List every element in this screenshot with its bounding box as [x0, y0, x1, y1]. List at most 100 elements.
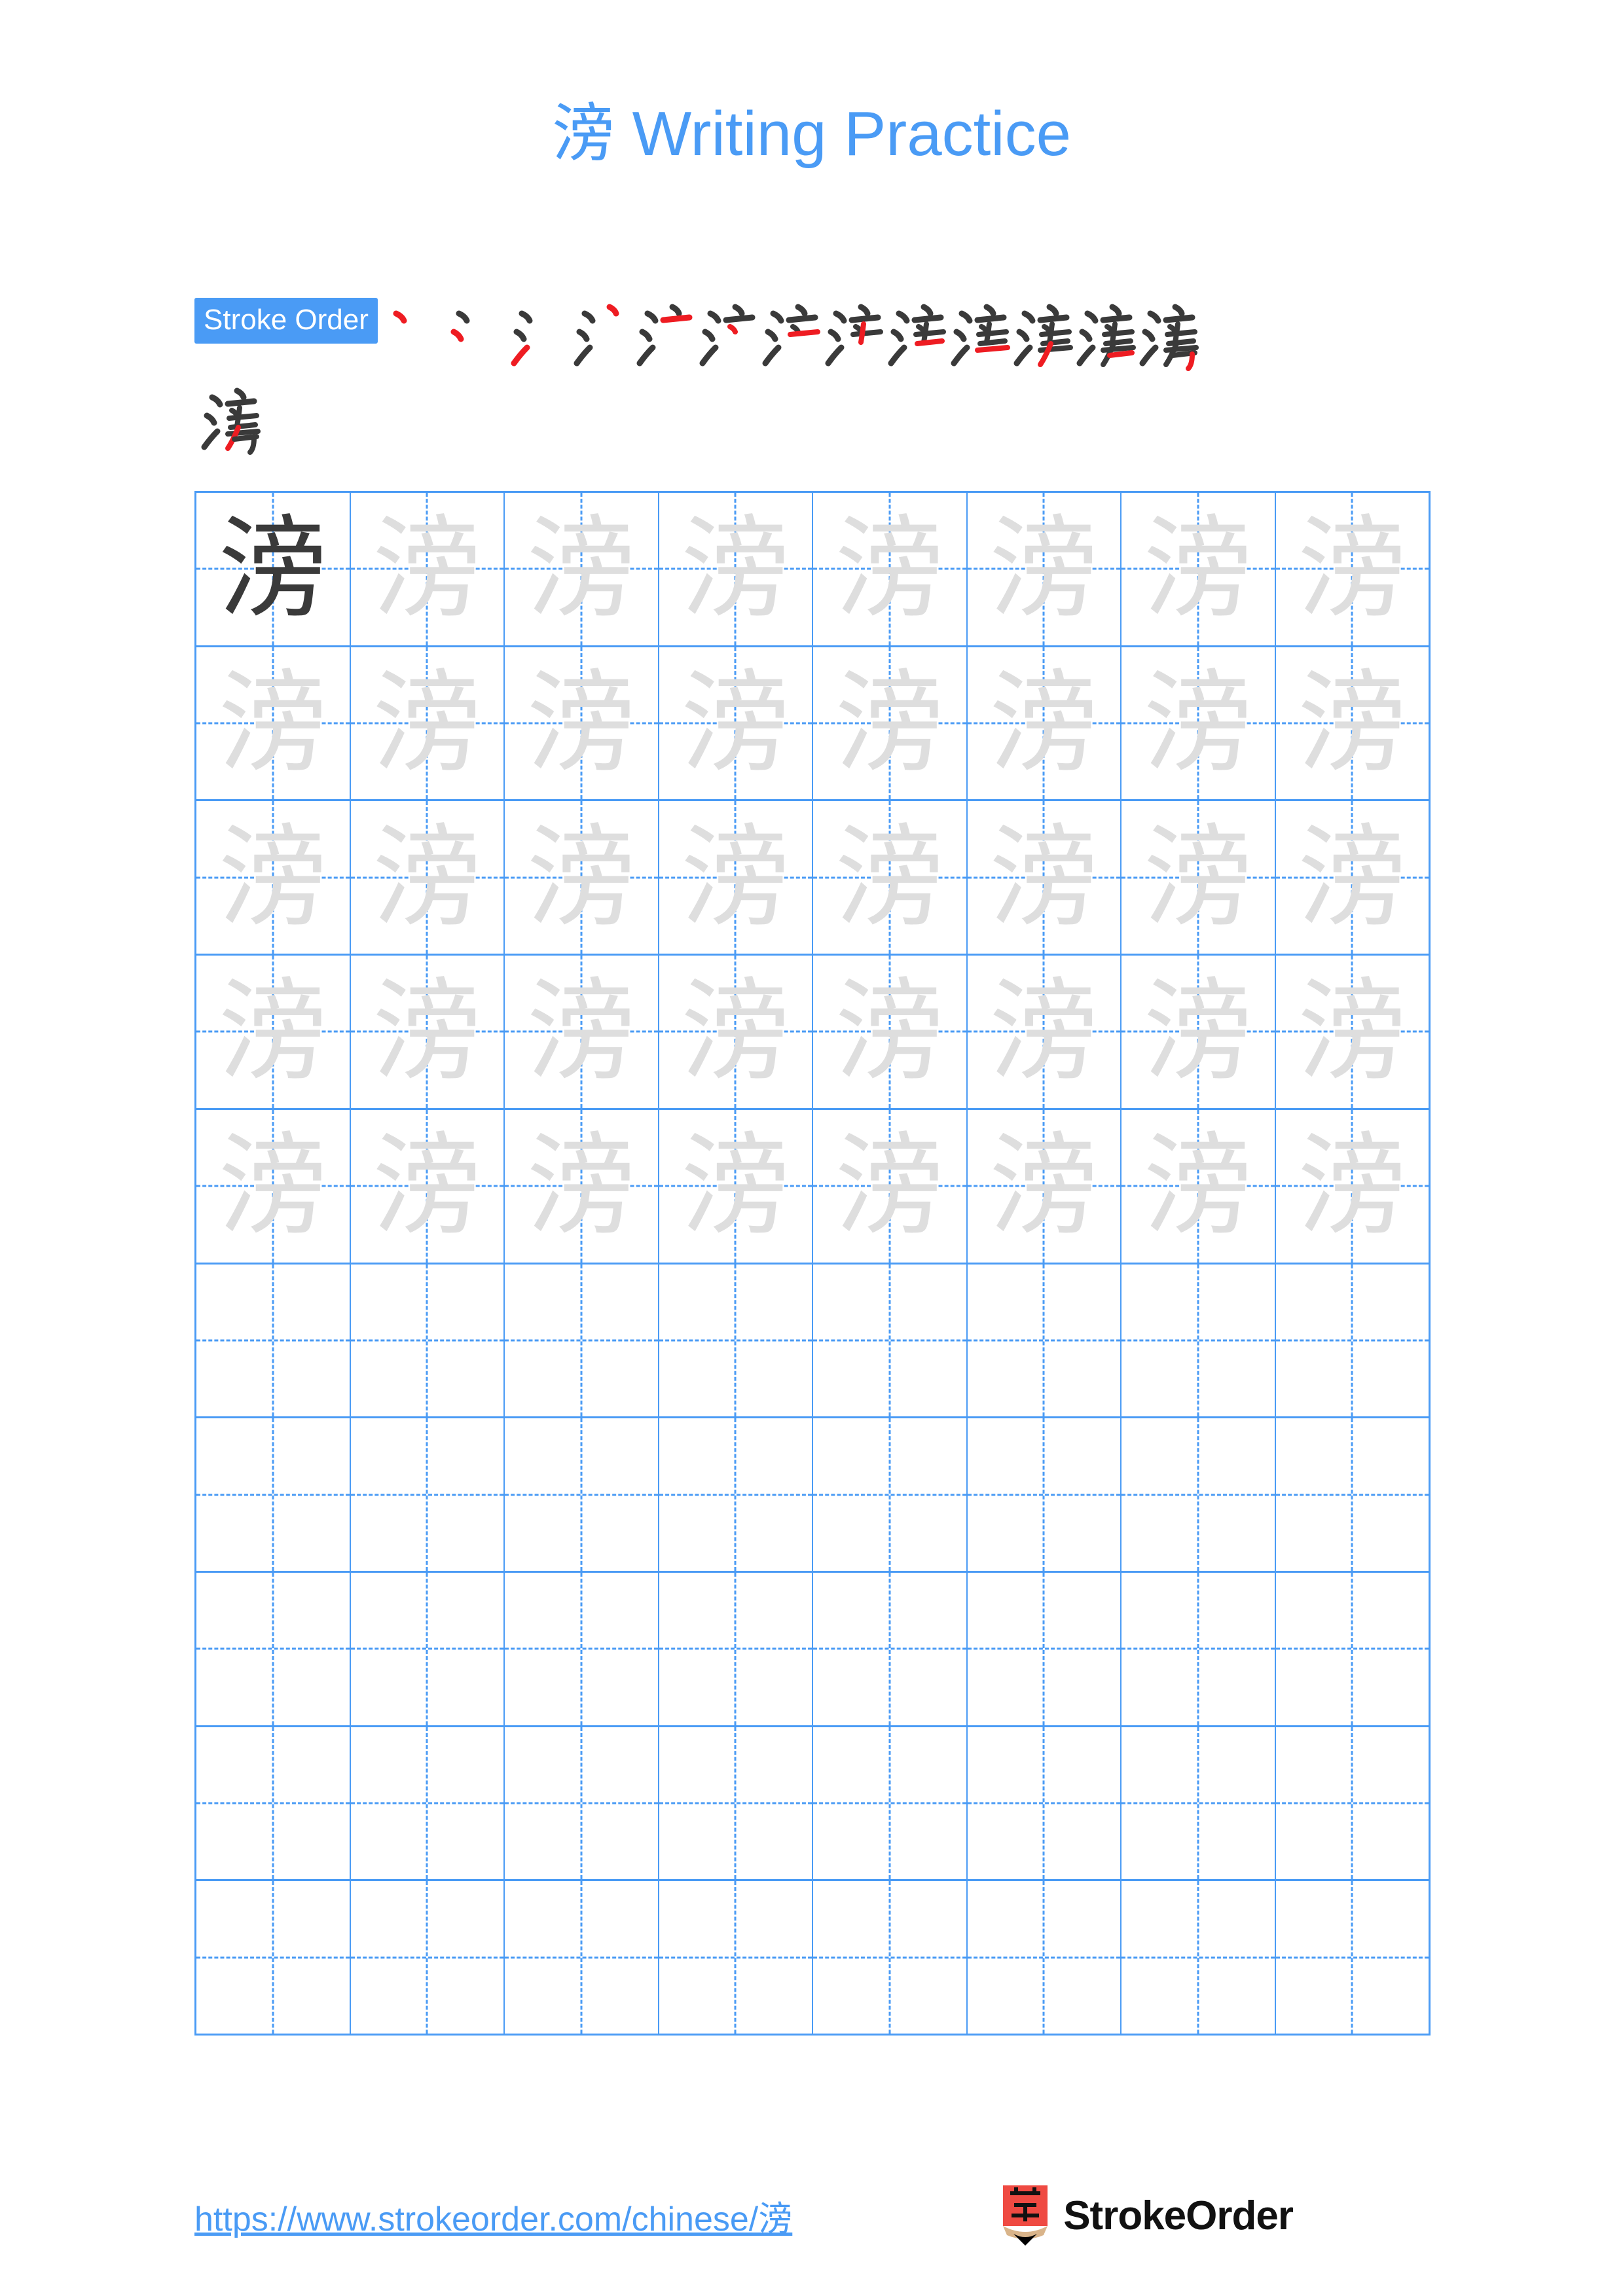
- practice-cell[interactable]: 滂: [350, 801, 505, 954]
- practice-cell[interactable]: [813, 1418, 968, 1571]
- practice-cell[interactable]: 滂: [350, 1109, 505, 1263]
- practice-cell[interactable]: [505, 1418, 659, 1571]
- practice-cell[interactable]: 滂: [659, 647, 813, 800]
- practice-grid-row: [196, 1572, 1429, 1727]
- practice-cell[interactable]: [505, 1264, 659, 1417]
- practice-cell[interactable]: [659, 1881, 813, 2034]
- cell-horizontal-guide: [1275, 1802, 1429, 1804]
- practice-cell[interactable]: [1275, 1572, 1429, 1725]
- cell-horizontal-guide: [659, 1802, 812, 1804]
- cell-horizontal-guide: [659, 1956, 812, 1959]
- stroke-step-12: [1074, 298, 1137, 375]
- practice-cell[interactable]: 滂: [659, 1109, 813, 1263]
- practice-cell[interactable]: 滂: [1122, 801, 1276, 954]
- stroke-step-9: [886, 298, 949, 375]
- practice-cell[interactable]: 滂: [659, 956, 813, 1108]
- practice-cell[interactable]: 滂: [1275, 493, 1429, 645]
- practice-cell[interactable]: [813, 1881, 968, 2034]
- stroke-step-final: [194, 382, 266, 459]
- practice-grid-row: 滂滂滂滂滂滂滂滂: [196, 493, 1429, 647]
- trace-character: 滂: [526, 813, 636, 942]
- practice-cell[interactable]: 滂: [350, 956, 505, 1108]
- practice-cell[interactable]: [1122, 1727, 1276, 1880]
- practice-cell[interactable]: [196, 1881, 351, 2034]
- practice-cell[interactable]: [505, 1727, 659, 1880]
- practice-cell[interactable]: 滂: [196, 801, 351, 954]
- practice-cell[interactable]: 滂: [505, 1109, 659, 1263]
- cell-horizontal-guide: [196, 1956, 350, 1959]
- practice-cell[interactable]: 滂: [967, 1109, 1122, 1263]
- practice-cell[interactable]: 滂: [505, 647, 659, 800]
- source-url-link[interactable]: https://www.strokeorder.com/chinese/滂: [194, 2191, 792, 2240]
- cell-horizontal-guide: [350, 1494, 503, 1496]
- practice-cell[interactable]: 滂: [1122, 493, 1276, 645]
- practice-cell[interactable]: 滂: [813, 1109, 968, 1263]
- practice-cell[interactable]: [813, 1572, 968, 1725]
- cell-horizontal-guide: [505, 1494, 658, 1496]
- practice-grid-row: 滂滂滂滂滂滂滂滂: [196, 801, 1429, 956]
- practice-cell[interactable]: 滂: [967, 801, 1122, 954]
- practice-cell[interactable]: [967, 1881, 1122, 2034]
- practice-cell[interactable]: [813, 1727, 968, 1880]
- practice-cell[interactable]: 滂: [1275, 1109, 1429, 1263]
- practice-cell[interactable]: 滂: [813, 647, 968, 800]
- practice-cell[interactable]: 滂: [1275, 647, 1429, 800]
- practice-cell[interactable]: [1122, 1264, 1276, 1417]
- practice-cell[interactable]: [813, 1264, 968, 1417]
- practice-cell[interactable]: [196, 1572, 351, 1725]
- practice-cell[interactable]: 滂: [967, 493, 1122, 645]
- practice-cell[interactable]: [659, 1727, 813, 1880]
- practice-cell[interactable]: 滂: [196, 1109, 351, 1263]
- trace-character: 滂: [834, 659, 945, 788]
- practice-cell[interactable]: 滂: [967, 647, 1122, 800]
- practice-cell[interactable]: 滂: [505, 801, 659, 954]
- stroke-step-6: [697, 298, 760, 375]
- practice-cell[interactable]: [350, 1264, 505, 1417]
- practice-cell[interactable]: [659, 1264, 813, 1417]
- practice-cell[interactable]: 滂: [813, 801, 968, 954]
- practice-cell[interactable]: 滂: [1122, 647, 1276, 800]
- practice-cell[interactable]: 滂: [813, 493, 968, 645]
- practice-cell[interactable]: 滂: [1275, 956, 1429, 1108]
- practice-cell[interactable]: 滂: [196, 647, 351, 800]
- practice-cell[interactable]: [196, 1418, 351, 1571]
- practice-cell[interactable]: 滂: [659, 801, 813, 954]
- practice-cell[interactable]: [967, 1572, 1122, 1725]
- practice-cell[interactable]: 滂: [505, 493, 659, 645]
- practice-cell[interactable]: [196, 1727, 351, 1880]
- practice-cell[interactable]: 滂: [1122, 956, 1276, 1108]
- practice-cell[interactable]: [350, 1727, 505, 1880]
- practice-cell[interactable]: [967, 1727, 1122, 1880]
- practice-cell[interactable]: [659, 1572, 813, 1725]
- practice-cell[interactable]: 滂: [350, 647, 505, 800]
- practice-cell[interactable]: [350, 1881, 505, 2034]
- practice-cell[interactable]: 滂: [967, 956, 1122, 1108]
- practice-cell[interactable]: [1122, 1418, 1276, 1571]
- practice-cell[interactable]: [1275, 1881, 1429, 2034]
- practice-cell[interactable]: [967, 1264, 1122, 1417]
- practice-cell[interactable]: 滂: [659, 493, 813, 645]
- cell-horizontal-guide: [1275, 1339, 1429, 1342]
- practice-cell[interactable]: [659, 1418, 813, 1571]
- cell-horizontal-guide: [1122, 1339, 1275, 1342]
- practice-cell[interactable]: 滂: [505, 956, 659, 1108]
- practice-cell[interactable]: [505, 1881, 659, 2034]
- practice-cell[interactable]: 滂: [813, 956, 968, 1108]
- practice-cell[interactable]: [196, 1264, 351, 1417]
- practice-cell[interactable]: [505, 1572, 659, 1725]
- practice-cell[interactable]: [350, 1572, 505, 1725]
- practice-cell[interactable]: [350, 1418, 505, 1571]
- practice-cell[interactable]: [1275, 1727, 1429, 1880]
- practice-cell[interactable]: 滂: [1275, 801, 1429, 954]
- practice-cell[interactable]: [1122, 1881, 1276, 2034]
- practice-cell[interactable]: 滂: [196, 493, 351, 645]
- practice-cell[interactable]: 滂: [350, 493, 505, 645]
- practice-cell[interactable]: 滂: [196, 956, 351, 1108]
- stroke-step-5: [634, 298, 697, 375]
- practice-cell[interactable]: [1122, 1572, 1276, 1725]
- brand-logo-group[interactable]: StrokeOrder: [999, 2185, 1294, 2246]
- practice-cell[interactable]: 滂: [1122, 1109, 1276, 1263]
- practice-cell[interactable]: [1275, 1418, 1429, 1571]
- practice-cell[interactable]: [967, 1418, 1122, 1571]
- practice-cell[interactable]: [1275, 1264, 1429, 1417]
